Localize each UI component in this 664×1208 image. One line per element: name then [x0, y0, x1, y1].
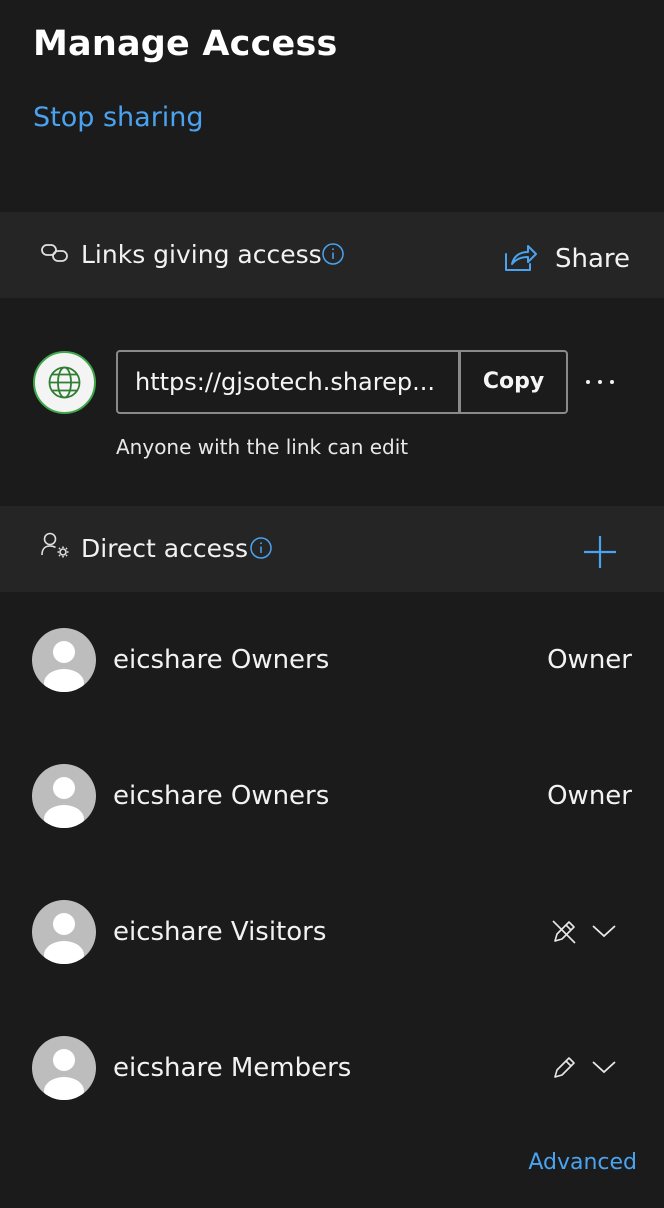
avatar: [32, 900, 96, 964]
direct-access-label: Direct access: [81, 534, 249, 563]
page-title: Manage Access: [33, 24, 338, 64]
chevron-down-icon[interactable]: [591, 1058, 617, 1080]
stop-sharing-link[interactable]: Stop sharing: [33, 102, 204, 133]
member-name: eicshare Visitors: [113, 917, 327, 947]
direct-access-info-icon[interactable]: [249, 536, 273, 564]
link-permission-description: Anyone with the link can edit: [116, 435, 409, 459]
member-name: eicshare Owners: [113, 781, 330, 811]
links-info-icon[interactable]: [321, 242, 345, 270]
more-options-icon[interactable]: [583, 370, 617, 398]
avatar: [32, 1036, 96, 1100]
advanced-link[interactable]: Advanced: [528, 1150, 637, 1175]
pencil-icon: [550, 1054, 578, 1086]
avatar: [32, 764, 96, 828]
globe-icon: [33, 351, 96, 414]
links-section-label: Links giving access: [81, 240, 322, 269]
share-label: Share: [555, 244, 631, 274]
member-role: Owner: [547, 781, 632, 811]
add-people-icon[interactable]: [582, 534, 618, 574]
copy-button[interactable]: Copy: [459, 350, 568, 414]
no-edit-icon: [550, 918, 578, 950]
member-name: eicshare Owners: [113, 645, 330, 675]
chevron-down-icon[interactable]: [591, 922, 617, 944]
avatar: [32, 628, 96, 692]
member-role: Owner: [547, 645, 632, 675]
share-icon: [502, 242, 538, 278]
member-name: eicshare Members: [113, 1053, 352, 1083]
link-icon: [40, 242, 70, 268]
person-settings-icon: [40, 531, 72, 565]
share-button[interactable]: Share: [502, 240, 630, 280]
share-link-field[interactable]: https://gjsotech.sharep...: [116, 350, 460, 414]
